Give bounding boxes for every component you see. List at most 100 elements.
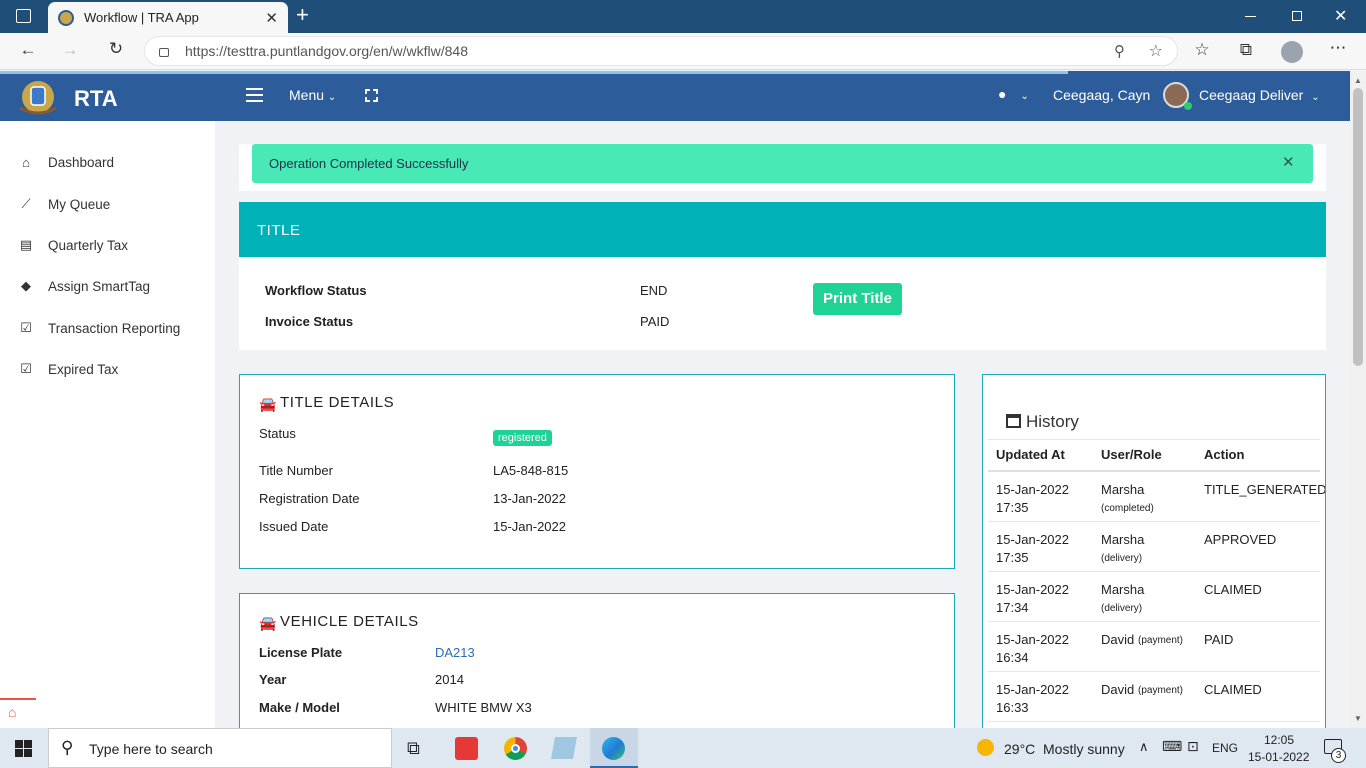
search-placeholder: Type here to search (89, 741, 213, 757)
history-action: CLAIMED (1204, 582, 1262, 597)
taskbar: ⚲ Type here to search ⧉ 29°C Mostly sunn… (0, 728, 1366, 768)
tray-chevron-up-icon[interactable]: ∧ (1139, 739, 1149, 755)
volume-icon[interactable]: ⊡ (1187, 738, 1199, 755)
title-panel-header: TITLE (239, 202, 1326, 257)
history-user: Marsha (1101, 582, 1145, 597)
sidebar-item-assign-smarttag[interactable]: ◆ Assign SmartTag (18, 278, 150, 294)
zoom-icon[interactable]: ⚲ (1114, 42, 1125, 60)
history-col-updated-at: Updated At (996, 447, 1065, 462)
fullscreen-icon[interactable] (365, 89, 378, 102)
scrollbar-thumb[interactable] (1353, 88, 1363, 366)
app-taskbar-red-icon[interactable] (455, 737, 478, 760)
user-icon-dropdown[interactable]: ● ⌄ (998, 86, 1029, 102)
minimize-icon[interactable] (1245, 16, 1256, 17)
check-square-icon: ☑ (20, 320, 32, 335)
history-user: Marsha (1101, 482, 1145, 497)
windows-start-icon[interactable] (15, 740, 32, 757)
sidebar-item-quarterly-tax[interactable]: ▤ Quarterly Tax (18, 237, 128, 253)
table-row: 15-Jan-2022 17:35 Marsha (completed) TIT… (988, 472, 1325, 522)
history-time: 17:34 (996, 600, 1029, 615)
url-text: https://testtra.puntlandgov.org/en/w/wkf… (185, 43, 469, 59)
history-action: CLAIMED (1204, 682, 1262, 697)
success-alert: Operation Completed Successfully ✕ (252, 144, 1313, 183)
table-row: 15-Jan-2022 17:35 Marsha (delivery) APPR… (988, 522, 1320, 572)
status-badge: registered (493, 430, 552, 446)
history-card: History Updated At User/Role Action 15-J… (982, 374, 1326, 734)
history-role: (payment) (1138, 635, 1184, 646)
sidebar-item-expired-tax[interactable]: ☑ Expired Tax (18, 361, 118, 377)
back-icon[interactable]: ← (16, 40, 40, 60)
address-bar[interactable]: https://testtra.puntlandgov.org/en/w/wkf… (144, 36, 1178, 66)
site-favicon-icon (58, 9, 74, 26)
notification-count: 3 (1335, 750, 1342, 761)
history-time: 16:34 (996, 650, 1029, 665)
user-full-dropdown[interactable]: Ceegaag Deliver ⌄ (1199, 87, 1320, 103)
sidebar-item-dashboard[interactable]: ⌂ Dashboard (18, 155, 114, 170)
sidebar-item-label: My Queue (48, 196, 111, 212)
close-alert-icon[interactable]: ✕ (1282, 153, 1295, 171)
history-role: (completed) (1101, 503, 1154, 514)
history-time: 16:33 (996, 700, 1029, 715)
title-panel-heading: TITLE (257, 222, 301, 239)
history-role: (payment) (1138, 685, 1184, 696)
hamburger-icon[interactable] (246, 88, 263, 102)
sidebar-item-label: Transaction Reporting (48, 320, 181, 336)
car-icon: 🚘 (259, 396, 277, 412)
favorite-star-icon[interactable]: ☆ (1149, 41, 1163, 61)
weather-temp[interactable]: 29°C (1004, 741, 1035, 757)
clock-date[interactable]: 15-01-2022 (1248, 750, 1309, 764)
history-date: 15-Jan-2022 (996, 482, 1069, 497)
more-icon[interactable]: ⋯ (1326, 38, 1350, 58)
edge-icon[interactable] (602, 737, 625, 760)
language-indicator[interactable]: ENG (1212, 741, 1238, 755)
loading-progress-bar (0, 71, 1068, 74)
laravel-debug-icon[interactable]: ⌂ (0, 698, 36, 728)
license-plate-link[interactable]: DA213 (435, 645, 475, 660)
registration-date-value: 13-Jan-2022 (493, 491, 566, 506)
taskbar-search-box[interactable]: ⚲ Type here to search (48, 728, 392, 768)
weather-sun-icon[interactable] (977, 739, 994, 756)
collections-icon[interactable]: ⧉ (1234, 40, 1258, 60)
year-value: 2014 (435, 672, 464, 687)
notification-count-badge: 3 (1331, 748, 1346, 763)
scroll-up-icon[interactable]: ▲ (1354, 76, 1362, 85)
profile-avatar-icon[interactable] (1281, 41, 1303, 63)
clock-time[interactable]: 12:05 (1264, 733, 1294, 747)
year-label: Year (259, 672, 287, 687)
sidebar-item-label: Dashboard (48, 155, 115, 170)
car-icon: 🚘 (259, 615, 277, 631)
history-col-user-role: User/Role (1101, 447, 1162, 462)
task-view-icon[interactable]: ⧉ (407, 738, 420, 759)
user-short-name[interactable]: Ceegaag, Cayn (1053, 87, 1150, 103)
print-title-button[interactable]: Print Title (813, 283, 902, 315)
history-time: 17:35 (996, 550, 1029, 565)
history-col-action: Action (1204, 447, 1245, 462)
weather-desc[interactable]: Mostly sunny (1043, 741, 1125, 757)
brand-title[interactable]: RTA (74, 86, 118, 112)
app-header: RTA Menu ⌄ ● ⌄ Ceegaag, Cayn Ceegaag Del… (0, 71, 1350, 121)
favorites-icon[interactable]: ☆ (1190, 40, 1214, 60)
forward-icon[interactable]: → (58, 40, 82, 60)
reload-icon[interactable]: ↻ (104, 39, 128, 59)
history-user: David (1101, 632, 1135, 647)
make-model-label: Make / Model (259, 700, 340, 715)
history-user: David (1101, 682, 1135, 697)
network-icon[interactable]: ⌨ (1162, 738, 1182, 755)
sidebar-item-transaction-reporting[interactable]: ☑ Transaction Reporting (18, 320, 180, 336)
close-tab-icon[interactable]: ✕ (265, 9, 278, 27)
browser-tab[interactable]: Workflow | TRA App ✕ (48, 2, 288, 33)
restore-icon[interactable] (1292, 11, 1302, 21)
notepad-icon[interactable] (551, 737, 577, 759)
scroll-down-icon[interactable]: ▼ (1354, 714, 1362, 723)
new-tab-icon[interactable]: + (296, 4, 309, 26)
history-date: 15-Jan-2022 (996, 682, 1069, 697)
sidebar-item-my-queue[interactable]: ⟋ My Queue (18, 196, 110, 212)
close-window-icon[interactable]: ✕ (1334, 6, 1347, 26)
history-date: 15-Jan-2022 (996, 632, 1069, 647)
make-model-value: WHITE BMW X3 (435, 700, 532, 715)
tab-actions-icon[interactable] (16, 9, 31, 23)
registration-date-label: Registration Date (259, 491, 360, 506)
history-date: 15-Jan-2022 (996, 582, 1069, 597)
menu-dropdown[interactable]: Menu ⌄ (289, 87, 336, 103)
page-scrollbar[interactable]: ▲ ▼ (1350, 71, 1366, 728)
